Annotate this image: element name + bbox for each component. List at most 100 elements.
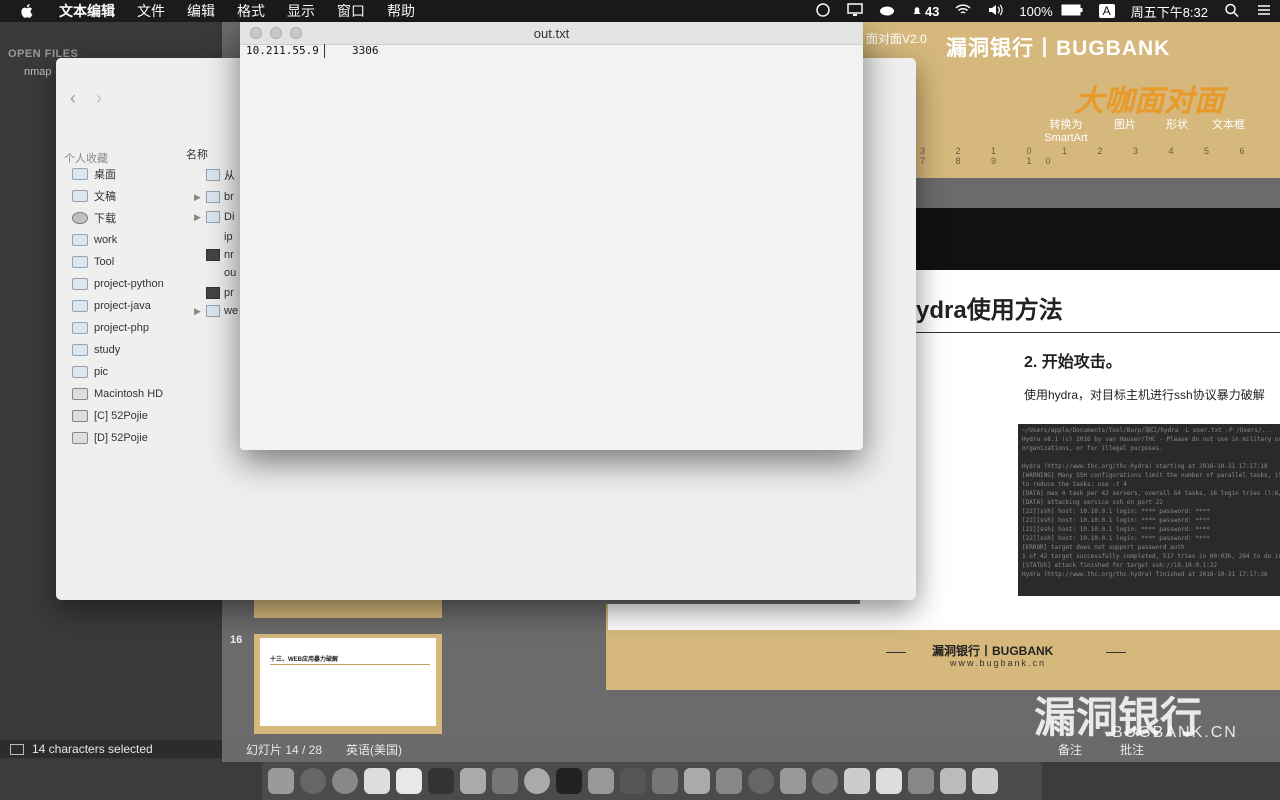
sidebar-item-macintosh-hd[interactable]: Macintosh HD xyxy=(72,384,163,404)
apple-icon[interactable] xyxy=(18,2,36,20)
menu-format[interactable]: 格式 xyxy=(226,1,276,21)
file-row[interactable]: nr xyxy=(194,246,234,264)
forward-button[interactable]: › xyxy=(96,88,102,109)
disclosure-triangle-icon[interactable]: ▶ xyxy=(194,192,206,203)
textedit-dock-icon[interactable] xyxy=(684,768,710,794)
app-dock-icon[interactable] xyxy=(492,768,518,794)
calendar-dock-icon[interactable] xyxy=(364,768,390,794)
terminal-line: to reduce the tasks: use -t 4 xyxy=(1022,481,1127,488)
file-row[interactable]: pr xyxy=(194,284,234,302)
app-dock-icon[interactable] xyxy=(620,768,646,794)
finder-dock-icon[interactable] xyxy=(268,768,294,794)
tool-picture[interactable]: 图片 xyxy=(1114,116,1136,132)
obs-dock-icon[interactable] xyxy=(812,768,838,794)
file-row[interactable]: ▶ br xyxy=(194,188,234,206)
slide-thumbnail-prev[interactable] xyxy=(254,600,442,618)
tool-shape[interactable]: 形状 xyxy=(1166,116,1188,132)
sidebar-item-desktop[interactable]: 桌面 xyxy=(72,164,116,184)
document-dock-icon[interactable] xyxy=(876,768,902,794)
back-button[interactable]: ‹ xyxy=(70,88,76,109)
sidebar-item-documents[interactable]: 文稿 xyxy=(72,186,116,206)
menu-help[interactable]: 帮助 xyxy=(376,1,426,21)
sidebar-item-tool[interactable]: Tool xyxy=(72,252,114,272)
panel-toggle-icon[interactable] xyxy=(10,743,24,755)
sidebar-item-c-52pojie[interactable]: [C] 52Pojie xyxy=(72,406,148,426)
terminal-line: ~/Users/apple/Documents/Tool/Burp/端口/hyd… xyxy=(1022,427,1273,434)
display-icon[interactable] xyxy=(847,2,863,20)
menu-app-name[interactable]: 文本编辑 xyxy=(48,1,126,21)
file-row[interactable]: ▶ we xyxy=(194,302,238,320)
disclosure-triangle-icon[interactable]: ▶ xyxy=(194,306,206,317)
terminal-line: [22][ssh] host: 10.10.0.1 login: **** pa… xyxy=(1022,526,1210,533)
sidebar-item-d-52pojie[interactable]: [D] 52Pojie xyxy=(72,428,148,448)
textedit-window: out.txt 10.211.55.9 3306 xyxy=(240,22,863,450)
file-name: ou xyxy=(224,267,237,279)
documents-icon xyxy=(72,190,88,202)
slide-counter: 幻灯片 14 / 28 xyxy=(246,743,323,757)
wifi-icon[interactable] xyxy=(955,3,971,20)
spotlight-search-icon[interactable] xyxy=(1224,3,1240,20)
disclosure-triangle-icon[interactable]: ▶ xyxy=(194,212,206,223)
sidebar-item-label: 桌面 xyxy=(94,169,116,181)
powerpoint-dock-icon[interactable] xyxy=(588,768,614,794)
sidebar-item-project-java[interactable]: project-java xyxy=(72,296,151,316)
chrome-dock-icon[interactable] xyxy=(524,768,550,794)
menu-window[interactable]: 窗口 xyxy=(326,1,376,21)
trash-dock-icon[interactable] xyxy=(972,768,998,794)
menu-file[interactable]: 文件 xyxy=(126,1,176,21)
battery-percent[interactable]: 100% xyxy=(1019,4,1052,19)
camera-icon[interactable] xyxy=(815,2,831,20)
safari-dock-icon[interactable] xyxy=(332,768,358,794)
menu-view[interactable]: 显示 xyxy=(276,1,326,21)
open-file-item[interactable]: nmap xyxy=(24,66,52,78)
folder-icon xyxy=(72,278,88,290)
app-dock-icon[interactable] xyxy=(908,768,934,794)
firefox-dock-icon[interactable] xyxy=(748,768,774,794)
sidebar-item-pic[interactable]: pic xyxy=(72,362,108,382)
sidebar-item-project-php[interactable]: project-php xyxy=(72,318,149,338)
terminal-line: [ERROR] target does not support password… xyxy=(1022,544,1185,551)
close-button[interactable] xyxy=(250,27,262,39)
sidebar-item-downloads[interactable]: 下载 xyxy=(72,208,116,228)
file-row[interactable]: ou xyxy=(194,264,236,282)
comments-button[interactable]: 批注 xyxy=(1120,741,1144,758)
sidebar-item-project-python[interactable]: project-python xyxy=(72,274,164,294)
sidebar-item-work[interactable]: work xyxy=(72,230,117,250)
folder-icon xyxy=(206,305,220,317)
notification-count: 43 xyxy=(924,3,940,19)
tool-textbox[interactable]: 文本框 xyxy=(1212,116,1245,132)
terminal-dock-icon[interactable] xyxy=(428,768,454,794)
slide-footer: 漏洞银行丨BUGBANK www.bugbank.cn xyxy=(606,604,1280,690)
sidebar-item-label: Macintosh HD xyxy=(94,388,164,400)
slide-thumbnail[interactable]: 十三、WEB应用暴力破解 xyxy=(254,634,442,734)
file-row[interactable]: ▶ Di xyxy=(194,208,234,226)
app-dock-icon[interactable] xyxy=(780,768,806,794)
menu-edit[interactable]: 编辑 xyxy=(176,1,226,21)
wechat-dock-icon[interactable] xyxy=(460,768,486,794)
terminal-screenshot: ~/Users/apple/Documents/Tool/Burp/端口/hyd… xyxy=(1018,424,1280,596)
cloud-icon[interactable] xyxy=(879,3,895,20)
input-source-indicator[interactable]: A xyxy=(1098,4,1115,18)
app-dock-icon[interactable] xyxy=(940,768,966,794)
notes-dock-icon[interactable] xyxy=(396,768,422,794)
notification-bell-icon[interactable]: 43 xyxy=(911,4,939,19)
file-row[interactable]: ip xyxy=(194,228,233,246)
app-dock-icon[interactable] xyxy=(844,768,870,794)
tool-smartart[interactable]: 转换为SmartArt xyxy=(1036,116,1096,144)
launchpad-dock-icon[interactable] xyxy=(300,768,326,794)
volume-icon[interactable] xyxy=(987,3,1004,20)
notes-button[interactable]: 备注 xyxy=(1058,741,1082,758)
console-dock-icon[interactable] xyxy=(556,768,582,794)
downloads-icon xyxy=(72,212,88,224)
zoom-button[interactable] xyxy=(290,27,302,39)
language-indicator[interactable]: 英语(美国) xyxy=(346,741,402,758)
app-dock-icon[interactable] xyxy=(716,768,742,794)
text-content[interactable]: 10.211.55.9 3306 xyxy=(246,44,378,57)
notification-center-icon[interactable] xyxy=(1256,3,1272,20)
app-dock-icon[interactable] xyxy=(652,768,678,794)
file-row[interactable]: 从 xyxy=(194,166,235,184)
minimize-button[interactable] xyxy=(270,27,282,39)
clock[interactable]: 周五下午8:32 xyxy=(1131,2,1208,21)
column-header-name[interactable]: 名称 xyxy=(186,146,208,162)
sidebar-item-study[interactable]: study xyxy=(72,340,120,360)
